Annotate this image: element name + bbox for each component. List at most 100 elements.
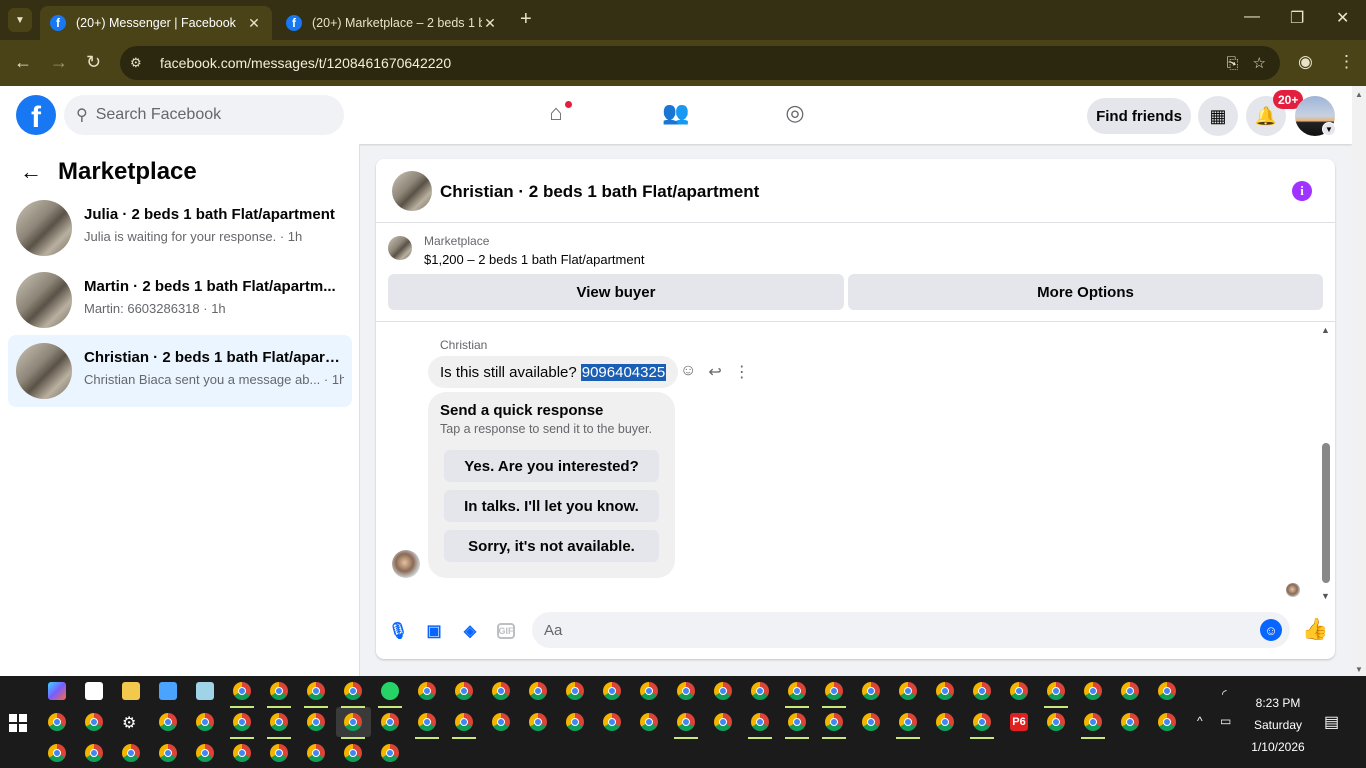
chrome-icon[interactable] (381, 744, 399, 762)
new-tab-button[interactable]: + (520, 8, 532, 31)
chrome-icon[interactable] (455, 682, 473, 700)
chrome-icon[interactable] (455, 713, 473, 731)
chrome-icon[interactable] (270, 682, 288, 700)
chrome-icon[interactable] (1084, 713, 1102, 731)
chrome-icon[interactable] (640, 713, 658, 731)
close-tab-icon[interactable]: ✕ (246, 15, 262, 32)
chrome-icon[interactable] (899, 682, 917, 700)
emoji-icon[interactable]: ☺ (1260, 619, 1282, 641)
chrome-icon[interactable] (344, 713, 362, 731)
quick-response-option[interactable]: Sorry, it's not available. (444, 530, 659, 562)
minimize-icon[interactable]: — (1244, 8, 1260, 26)
conversation-item-selected[interactable]: Christian · 2 beds 1 bath Flat/apart... … (8, 335, 352, 407)
whatsapp-icon[interactable] (381, 682, 399, 700)
scroll-up-icon[interactable]: ▲ (1355, 90, 1363, 99)
page-scrollbar[interactable]: ▲ ▼ (1352, 86, 1366, 676)
thumbs-up-icon[interactable]: 👍 (1302, 618, 1328, 642)
sticker-icon[interactable]: ◈ (458, 620, 482, 642)
groups-icon[interactable]: ◎ (780, 100, 810, 130)
microphone-icon[interactable]: 🎙 (386, 620, 410, 642)
chat-title[interactable]: Christian · 2 beds 1 bath Flat/apartment (440, 182, 759, 202)
chrome-icon[interactable] (344, 744, 362, 762)
chrome-icon[interactable] (1047, 713, 1065, 731)
chrome-icon[interactable] (196, 744, 214, 762)
profile-icon[interactable]: ◉ (1298, 52, 1313, 72)
chrome-icon[interactable] (418, 682, 436, 700)
scrollbar-thumb[interactable] (1322, 443, 1330, 583)
chrome-icon[interactable] (233, 744, 251, 762)
chrome-icon[interactable] (862, 713, 880, 731)
chrome-icon[interactable] (751, 682, 769, 700)
scroll-up-icon[interactable]: ▲ (1321, 325, 1330, 335)
taskbar-clock[interactable]: 8:23 PM Saturday 1/10/2026 (1238, 692, 1318, 758)
address-bar[interactable]: ⚙ facebook.com/messages/t/12084616706422… (120, 46, 1280, 80)
chrome-icon[interactable] (1121, 682, 1139, 700)
chrome-icon[interactable] (122, 744, 140, 762)
selected-phone-number[interactable]: 9096404325 (580, 363, 667, 381)
restore-icon[interactable]: ❐ (1290, 8, 1304, 28)
chrome-icon[interactable] (529, 682, 547, 700)
chrome-icon[interactable] (788, 713, 806, 731)
chrome-icon[interactable] (48, 744, 66, 762)
microsoft-store-icon[interactable] (85, 682, 103, 700)
conversation-item[interactable]: Martin · 2 beds 1 bath Flat/apartm... Ma… (8, 264, 352, 336)
notepad-icon[interactable] (196, 682, 214, 700)
file-explorer-icon[interactable] (122, 682, 140, 700)
chrome-icon[interactable] (233, 682, 251, 700)
chrome-icon[interactable] (566, 682, 584, 700)
chevron-down-icon[interactable]: ▼ (1322, 122, 1336, 136)
chrome-icon[interactable] (751, 713, 769, 731)
keyboard-app-icon[interactable] (159, 682, 177, 700)
chrome-icon[interactable] (307, 682, 325, 700)
chrome-icon[interactable] (233, 713, 251, 731)
chrome-icon[interactable] (640, 682, 658, 700)
bookmark-star-icon[interactable]: ☆ (1253, 54, 1266, 72)
chrome-icon[interactable] (1158, 713, 1176, 731)
chrome-icon[interactable] (825, 682, 843, 700)
conversation-item[interactable]: Julia · 2 beds 1 bath Flat/apartment Jul… (8, 192, 352, 264)
copilot-icon[interactable] (48, 682, 66, 700)
chrome-icon[interactable] (307, 713, 325, 731)
photo-icon[interactable]: ▣ (422, 620, 446, 642)
windows-start-icon[interactable] (9, 714, 27, 732)
chrome-icon[interactable] (492, 713, 510, 731)
chrome-icon[interactable] (1121, 713, 1139, 731)
chrome-icon[interactable] (492, 682, 510, 700)
chrome-icon[interactable] (603, 682, 621, 700)
gif-icon[interactable]: GIF (497, 623, 515, 639)
chrome-icon[interactable] (1084, 682, 1102, 700)
scroll-down-icon[interactable]: ▼ (1355, 665, 1363, 674)
tab-messenger[interactable]: f (20+) Messenger | Facebook ✕ (40, 6, 272, 40)
sender-avatar[interactable] (392, 550, 420, 578)
quick-response-option[interactable]: Yes. Are you interested? (444, 450, 659, 482)
menu-dots-icon[interactable]: ⋮ (1338, 52, 1355, 72)
chrome-icon[interactable] (196, 713, 214, 731)
chrome-icon[interactable] (936, 682, 954, 700)
forward-icon[interactable]: → (50, 52, 68, 73)
listing-thumbnail[interactable] (392, 171, 432, 211)
chrome-icon[interactable] (936, 713, 954, 731)
chrome-icon[interactable] (1047, 682, 1065, 700)
back-icon[interactable]: ← (14, 52, 32, 73)
chrome-icon[interactable] (899, 713, 917, 731)
chrome-icon[interactable] (48, 713, 66, 731)
chrome-icon[interactable] (529, 713, 547, 731)
chrome-icon[interactable] (677, 713, 695, 731)
notification-center-icon[interactable]: ▤ (1324, 712, 1339, 732)
menu-grid-icon[interactable]: ▦ (1198, 96, 1238, 136)
chat-scrollbar[interactable]: ▲ ▼ (1320, 325, 1332, 601)
chrome-icon[interactable] (418, 713, 436, 731)
chrome-icon[interactable] (677, 682, 695, 700)
chrome-icon[interactable] (973, 713, 991, 731)
chrome-icon[interactable] (159, 713, 177, 731)
settings-gear-icon[interactable]: ⚙ (122, 713, 140, 732)
chrome-icon[interactable] (788, 682, 806, 700)
message-input[interactable]: Aa ☺ (532, 612, 1290, 648)
chrome-icon[interactable] (344, 682, 362, 700)
search-facebook-input[interactable]: ⚲ Search Facebook (64, 95, 344, 135)
friends-icon[interactable]: 👥 (661, 100, 691, 130)
chrome-icon[interactable] (1010, 682, 1028, 700)
back-arrow-icon[interactable]: ← (20, 159, 42, 185)
chrome-icon[interactable] (270, 713, 288, 731)
react-emoji-icon[interactable]: ☺ (680, 362, 696, 382)
